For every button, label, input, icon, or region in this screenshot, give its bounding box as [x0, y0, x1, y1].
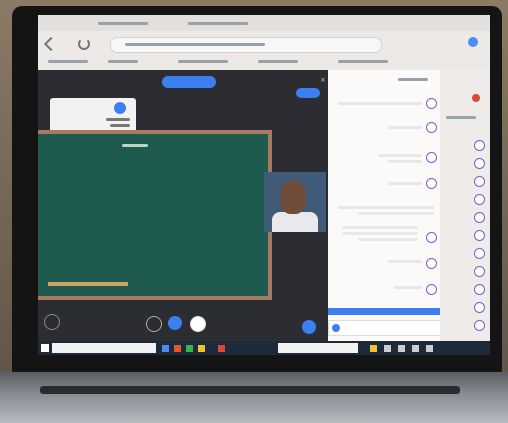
back-icon[interactable] — [43, 36, 59, 52]
mic-icon[interactable] — [146, 316, 162, 332]
person-face — [280, 180, 306, 214]
chat-input[interactable] — [328, 320, 442, 336]
avatar — [426, 258, 437, 269]
avatar[interactable] — [474, 230, 485, 241]
tray-icon[interactable] — [412, 345, 419, 352]
avatar[interactable] — [474, 194, 485, 205]
tray-icon[interactable] — [426, 345, 433, 352]
meeting-top-button[interactable] — [296, 88, 320, 98]
avatar[interactable] — [474, 248, 485, 259]
avatar[interactable] — [474, 284, 485, 295]
send-icon[interactable] — [332, 324, 340, 332]
avatar — [426, 284, 437, 295]
avatar[interactable] — [474, 140, 485, 151]
taskbar-app-icon[interactable] — [198, 345, 205, 352]
avatar — [426, 178, 437, 189]
meeting-title[interactable] — [162, 76, 216, 88]
tray-icon[interactable] — [384, 345, 391, 352]
bookmarks-bar[interactable] — [38, 55, 490, 67]
avatar[interactable] — [474, 266, 485, 277]
reload-icon[interactable] — [78, 38, 90, 50]
meeting-stage: × — [38, 70, 328, 342]
avatar — [426, 232, 437, 243]
tray-icon[interactable] — [370, 345, 377, 352]
more-options-icon[interactable] — [44, 314, 60, 330]
close-icon[interactable]: × — [320, 76, 326, 84]
laptop-hinge — [40, 386, 460, 394]
taskbar-app-icon[interactable] — [174, 345, 181, 352]
laptop-base — [0, 372, 508, 423]
avatar — [426, 98, 437, 109]
chat-toggle-icon[interactable] — [302, 320, 316, 334]
camera-icon[interactable] — [168, 316, 182, 330]
avatar[interactable] — [474, 320, 485, 331]
person-shirt — [272, 212, 318, 232]
taskbar-search[interactable] — [52, 343, 156, 353]
taskbar-clock[interactable] — [458, 343, 484, 353]
taskbar-app-icon[interactable] — [162, 345, 169, 352]
avatar[interactable] — [474, 176, 485, 187]
chalkboard-video — [38, 130, 272, 300]
taskbar-search-field[interactable] — [278, 343, 358, 353]
windows-taskbar — [38, 341, 490, 355]
avatar — [426, 122, 437, 133]
avatar[interactable] — [474, 158, 485, 169]
share-icon[interactable] — [190, 316, 206, 332]
taskbar-app-icon[interactable] — [218, 345, 225, 352]
address-bar[interactable] — [110, 37, 382, 53]
laptop-screen: × — [38, 15, 490, 355]
send-banner[interactable] — [328, 308, 440, 315]
browser-menu-icon[interactable] — [468, 37, 478, 47]
taskbar-app-icon[interactable] — [186, 345, 193, 352]
meeting-sidebar — [328, 70, 490, 342]
self-video-tile[interactable] — [264, 172, 326, 232]
chat-panel — [328, 70, 442, 342]
chalk-tray — [48, 282, 128, 286]
participant-list — [440, 70, 490, 342]
start-icon[interactable] — [41, 344, 49, 352]
browser-tab-strip[interactable] — [38, 15, 490, 31]
avatar[interactable] — [474, 212, 485, 223]
participant-item[interactable] — [446, 94, 484, 102]
avatar[interactable] — [474, 302, 485, 313]
tray-icon[interactable] — [398, 345, 405, 352]
avatar — [426, 152, 437, 163]
avatar — [114, 102, 126, 114]
